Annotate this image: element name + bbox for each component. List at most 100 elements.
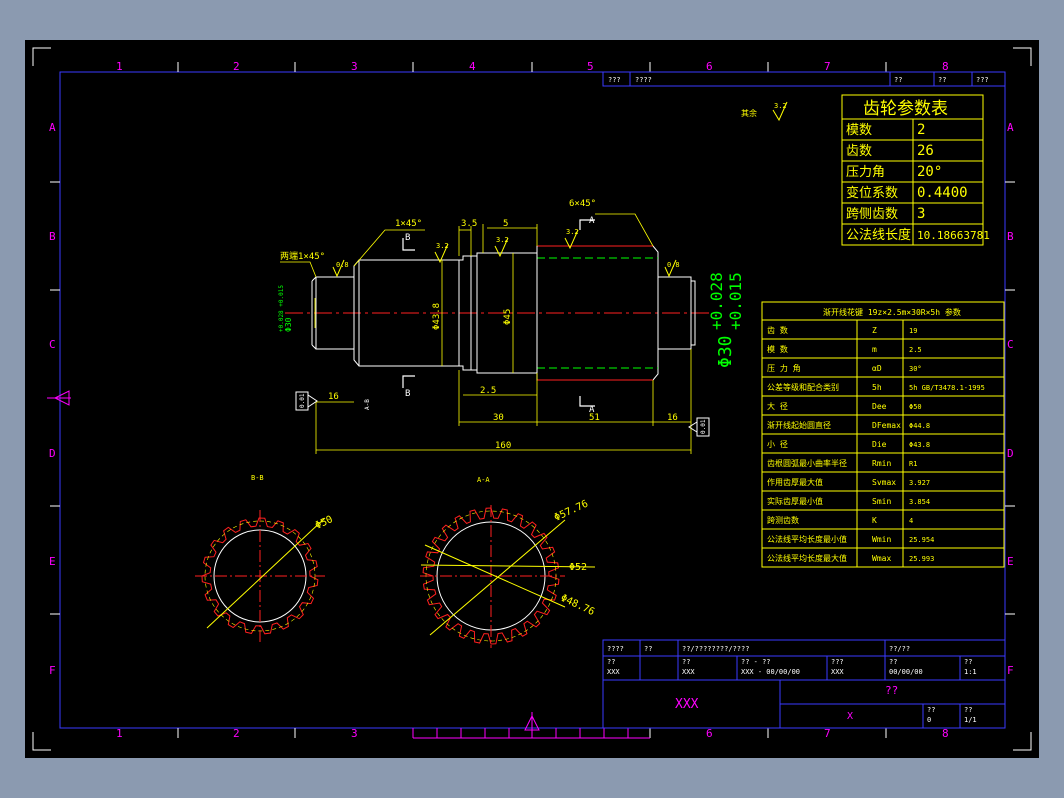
dia-43-8-label: Φ43.8 <box>432 303 442 330</box>
row-label-c-left: C <box>49 338 56 351</box>
dia-30-left-label: Φ30 <box>284 317 293 332</box>
gear-row-label: 跨侧齿数 <box>846 207 898 222</box>
spline-row-symbol: Wmax <box>872 554 891 563</box>
spline-row-label: 跨测齿数 <box>767 515 799 525</box>
dia-50-label: Φ50 <box>314 514 335 532</box>
dim-30-label: 30 <box>493 413 504 423</box>
col-label-1-top: 1 <box>116 60 123 73</box>
spline-parameter-table: 渐开线花键 19z×2.5m×30R×5h 参数 齿 数 Z 19 模 数 m 2.5 压 … <box>761 301 1005 568</box>
strip-cell-2: ???? <box>635 76 652 84</box>
dim-160-label: 160 <box>495 441 511 451</box>
tb-value-6: 1:1 <box>964 668 977 676</box>
spline-row-symbol: K <box>872 516 877 525</box>
col-label-6-bottom: 6 <box>706 727 713 740</box>
strip-cell-4: ?? <box>938 76 946 84</box>
section-view-bb: B-B Φ50 <box>195 474 335 642</box>
dia-52-label: Φ52 <box>569 562 587 573</box>
row-label-a-left: A <box>49 121 56 134</box>
tb-label-6: ?? <box>964 658 972 666</box>
tb-row1-cell4: ??/?? <box>889 645 910 653</box>
dia-48-76-label: Φ48.76 <box>559 593 596 618</box>
gear-table-title: 齿轮参数表 <box>863 99 948 119</box>
tb-label-4: ??? <box>831 658 844 666</box>
row-label-b-left: B <box>49 230 56 243</box>
col-label-2-bottom: 2 <box>233 727 240 740</box>
row-label-e-right: E <box>1007 555 1014 568</box>
spline-row-symbol: Svmax <box>872 478 896 487</box>
spline-row-value: Φ44.8 <box>909 422 930 430</box>
dia-45-label: Φ45 <box>503 309 513 325</box>
spline-row-symbol-cell <box>856 338 904 359</box>
gear-row-label: 压力角 <box>846 165 885 180</box>
tol-minus-label: +0.015 <box>726 272 745 330</box>
remaining-finish-label: 其余 <box>741 108 757 118</box>
drawing-viewport[interactable]: 1 2 3 4 5 6 7 8 1 2 3 6 7 8 A B C D E F … <box>25 40 1039 758</box>
col-label-1-bottom: 1 <box>116 727 123 740</box>
title-block: ???? ?? ??/????????/???? ??/?? ?? ?? ?? … <box>602 639 1006 729</box>
spline-row-symbol: αD <box>872 364 882 373</box>
column-labels: 1 2 3 4 5 6 7 8 1 2 3 6 7 8 <box>116 60 949 740</box>
roughness-label-top: 3.2 <box>774 102 787 110</box>
spline-row-label: 齿根圆弧最小曲率半径 <box>767 458 847 468</box>
col-label-4-top: 4 <box>469 60 476 73</box>
tb-sheet-label-1: ?? <box>927 706 935 714</box>
tb-row1-cell1: ???? <box>607 645 624 653</box>
spline-row-symbol: Wmin <box>872 535 891 544</box>
spline-row-value-cell <box>902 452 1005 473</box>
gear-row-label: 公法线长度 <box>846 227 911 243</box>
section-bb-label: B-B <box>251 474 264 482</box>
col-label-8-bottom: 8 <box>942 727 949 740</box>
dim-16-left: 16 <box>328 392 339 402</box>
spline-row-label: 齿 数 <box>767 325 788 335</box>
spline-row-symbol: DFemax <box>872 421 901 430</box>
chamfer-both-ends-label: 两端1×45° <box>280 250 325 262</box>
spline-row-label: 作用齿厚最大值 <box>767 477 823 487</box>
spline-row-label: 渐开线起始圆直径 <box>767 420 831 430</box>
section-a-bottom: A <box>589 405 595 415</box>
col-label-7-top: 7 <box>824 60 831 73</box>
section-b-bottom: B <box>405 389 410 399</box>
roughness-3: 3.2 <box>566 228 579 236</box>
tb-sheet-val-2: 1/1 <box>964 716 977 724</box>
row-label-e-left: E <box>49 555 56 568</box>
gear-row-value: 2 <box>917 122 925 138</box>
tb-sheet-val-1: 0 <box>927 716 931 724</box>
spline-row-value: 3.927 <box>909 479 930 487</box>
row-label-d-left: D <box>49 447 56 460</box>
tb-value-1: XXX <box>607 668 620 676</box>
gear-row-label: 齿数 <box>846 144 872 159</box>
spline-row-label: 实际齿厚最小值 <box>767 496 823 506</box>
tb-sheet-label-2: ?? <box>964 706 972 714</box>
tb-label-2: ?? <box>682 658 690 666</box>
tol-plus-label: +0.028 <box>707 272 726 330</box>
tb-value-3: XXX - 00/00/00 <box>741 668 800 676</box>
spline-row-label: 公差等级和配合类别 <box>767 382 839 392</box>
chamfer-1x45-label: 1×45° <box>395 219 422 229</box>
centering-marks <box>47 390 540 738</box>
roughness-2: 3.2 <box>496 236 509 244</box>
col-label-2-top: 2 <box>233 60 240 73</box>
spline-row-value: R1 <box>909 460 917 468</box>
tb-label-5: ?? <box>889 658 897 666</box>
dim-3-5-label: 3.5 <box>461 219 477 229</box>
roughness-left-journal: 0.8 <box>336 261 349 269</box>
row-label-f-right: F <box>1007 664 1014 677</box>
tb-drawing-number: ?? <box>885 684 898 697</box>
row-label-a-right: A <box>1007 121 1014 134</box>
spline-row-value: 30° <box>909 365 922 373</box>
strip-cell-3: ?? <box>894 76 902 84</box>
roughness-right-journal: 0.8 <box>667 261 680 269</box>
dim-groove-label: 2.5 <box>480 386 496 396</box>
spline-row-symbol: 5h <box>872 383 882 392</box>
tb-row1-cell3: ??/????????/???? <box>682 645 749 653</box>
strip-cell-5: ??? <box>976 76 989 84</box>
spline-table-title: 渐开线花键 19z×2.5m×30R×5h 参数 <box>823 307 961 317</box>
drawing-sheet: 1 2 3 4 5 6 7 8 1 2 3 6 7 8 A B C D E F … <box>32 47 1032 751</box>
gear-parameter-table: 齿轮参数表 模数 2 齿数 26 压力角 20° 变位系数 0.4400 跨侧齿数 3 公法线长度 1… <box>841 94 990 246</box>
runout-left-value: 0.01 <box>299 393 306 408</box>
strip-cell-1: ??? <box>608 76 621 84</box>
tb-label-1: ?? <box>607 658 615 666</box>
dia-30-right-label: Φ30 <box>715 335 736 368</box>
gear-row-value: 10.18663781 <box>917 229 990 242</box>
gear-row-label: 模数 <box>846 123 872 138</box>
